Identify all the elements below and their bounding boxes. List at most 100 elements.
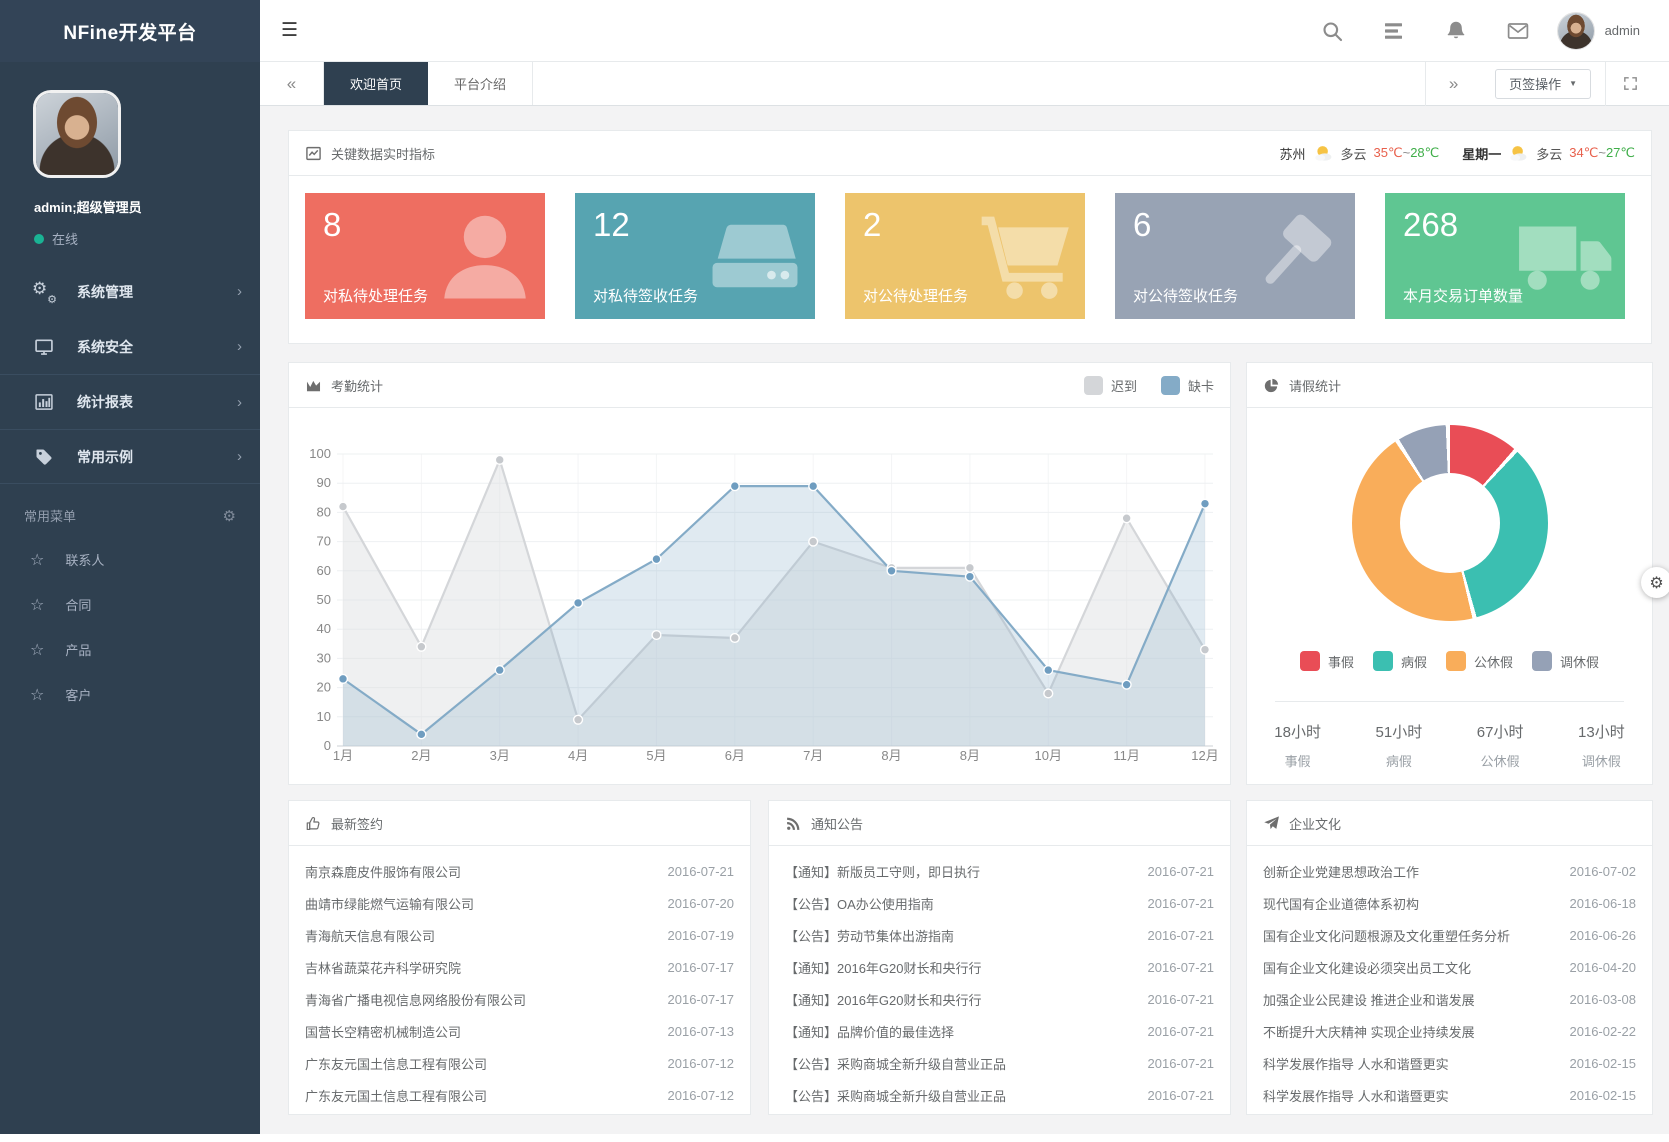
leave-stat-value: 13小时 [1551,721,1652,742]
list-item[interactable]: 【通知】2016年G20财长和央行行2016-07-21 [785,983,1214,1015]
leave-title: 请假统计 [1289,376,1341,395]
sidebar-avatar [33,90,121,178]
quick-item-label: 产品 [65,640,91,659]
sidebar-item-1[interactable]: 系统安全› [0,319,260,374]
panel-latest-contracts: 最新签约 南京森鹿皮件服饰有限公司2016-07-21曲靖市绿能燃气运输有限公司… [288,800,751,1115]
quick-item-2[interactable]: ☆产品 [0,627,260,672]
leave-stat-value: 51小时 [1348,721,1449,742]
task-list-icon[interactable] [1382,19,1406,43]
line-chart-icon [305,145,322,162]
quick-menu-gear-icon[interactable]: ⚙ [223,507,236,525]
tomorrow-low-temp: 27℃ [1606,145,1635,160]
theme-settings-gear-icon[interactable]: ⚙ [1641,567,1669,598]
list-item[interactable]: 【公告】采购商城全新升级自营业正品2016-07-21 [785,1047,1214,1079]
leave-legend-item-事假[interactable]: 事假 [1300,651,1354,671]
quick-item-0[interactable]: ☆联系人 [0,537,260,582]
leave-donut-chart [1352,425,1548,621]
caret-down-icon: ▼ [1569,79,1577,88]
attendance-header: 考勤统计 迟到缺卡 [289,363,1230,408]
area-chart-icon [305,377,322,394]
legend-label: 调休假 [1560,652,1599,671]
list-item[interactable]: 【公告】劳动节集体出游指南2016-07-21 [785,919,1214,951]
leave-stat-label: 病假 [1348,751,1449,770]
list-item-date: 2016-06-26 [1570,928,1637,943]
list-item-title: 创新企业党建思想政治工作 [1263,862,1558,881]
list-item[interactable]: 青海航天信息有限公司2016-07-19 [305,919,734,951]
svg-text:4月: 4月 [568,748,588,763]
tab-operations-button[interactable]: 页签操作 ▼ [1495,69,1591,99]
hdd-icon [703,201,807,311]
online-label: 在线 [52,229,78,248]
list-item[interactable]: 曲靖市绿能燃气运输有限公司2016-07-20 [305,887,734,919]
sidebar-item-3[interactable]: 常用示例› [0,429,260,484]
pie-chart-icon [1263,377,1280,394]
admin-menu-label[interactable]: admin [1605,23,1640,38]
legend-label: 事假 [1328,652,1354,671]
search-icon[interactable] [1320,19,1344,43]
corporate-culture-title: 企业文化 [1289,814,1341,833]
list-item[interactable]: 现代国有企业道德体系初构2016-06-18 [1263,887,1636,919]
list-item[interactable]: 【通知】品牌价值的最佳选择2016-07-21 [785,1015,1214,1047]
list-item[interactable]: 加强企业公民建设 推进企业和谐发展2016-03-08 [1263,983,1636,1015]
list-item-title: 国有企业文化建设必须突出员工文化 [1263,958,1558,977]
topbar-avatar[interactable] [1557,12,1595,50]
leave-legend-item-病假[interactable]: 病假 [1373,651,1427,671]
svg-text:20: 20 [317,680,331,695]
tabs-scroll-right-button[interactable]: » [1425,62,1481,106]
sidebar-item-0[interactable]: ⚙⚙系统管理› [0,264,260,319]
list-item[interactable]: 国有企业文化问题根源及文化重塑任务分析 2016-06-26 [1263,919,1636,951]
list-item-title: 国有企业文化问题根源及文化重塑任务分析 [1263,926,1558,945]
list-item[interactable]: 【公告】采购商城全新升级自营业正品2016-07-21 [785,1079,1214,1111]
leave-stat-label: 调休假 [1551,751,1652,770]
list-item[interactable]: 创新企业党建思想政治工作2016-07-02 [1263,855,1636,887]
stat-card-3: 6对公待签收任务 [1115,193,1355,319]
quick-item-1[interactable]: ☆合同 [0,582,260,627]
list-item[interactable]: 【通知】新版员工守则，即日执行2016-07-21 [785,855,1214,887]
envelope-icon[interactable] [1506,19,1530,43]
leave-legend-item-公休假[interactable]: 公休假 [1446,651,1513,671]
list-item[interactable]: 广东友元国土信息工程有限公司2016-07-12 [305,1047,734,1079]
chevron-right-icon: › [237,338,242,355]
fullscreen-icon[interactable] [1605,62,1655,106]
legend-item-迟到[interactable]: 迟到 [1084,376,1137,395]
tabs-scroll-left-button[interactable]: « [260,62,324,105]
list-item[interactable]: 科学发展作指导 人水和谐暨更实2016-02-15 [1263,1079,1636,1111]
list-item[interactable]: 国有企业文化建设必须突出员工文化2016-04-20 [1263,951,1636,983]
list-item-title: 广东友元国土信息工程有限公司 [305,1054,656,1073]
list-item-title: 【通知】品牌价值的最佳选择 [785,1022,1136,1041]
list-item[interactable]: 不断提升大庆精神 实现企业持续发展2016-02-22 [1263,1015,1636,1047]
indicators-title: 关键数据实时指标 [331,144,435,163]
tab-platform-intro[interactable]: 平台介绍 [428,62,533,105]
leave-stat-公休假: 67小时公休假 [1450,721,1551,770]
hamburger-menu-icon[interactable]: ☰ [281,19,298,42]
main-area: ☰ admin « 欢迎首页 平台介绍 » 页签操作 ▼ 关键数据实时指标 [260,0,1669,1142]
tab-welcome-home[interactable]: 欢迎首页 [324,62,428,105]
list-item[interactable]: 吉林省蔬菜花卉科学研究院2016-07-17 [305,951,734,983]
list-item[interactable]: 【公告】OA办公使用指南2016-07-21 [785,887,1214,919]
app-logo: NFine开发平台 [0,0,260,62]
list-item[interactable]: 【通知】2016年G20财长和央行行2016-07-21 [785,951,1214,983]
quick-item-3[interactable]: ☆客户 [0,672,260,717]
leave-legend-item-调休假[interactable]: 调休假 [1532,651,1599,671]
list-item-date: 2016-07-20 [668,896,735,911]
paper-plane-icon [1263,815,1280,832]
list-item-date: 2016-02-22 [1570,1024,1637,1039]
list-item-title: 【通知】2016年G20财长和央行行 [785,958,1136,977]
list-item[interactable]: 科学发展作指导 人水和谐暨更实2016-02-15 [1263,1047,1636,1079]
list-item[interactable]: 南京森鹿皮件服饰有限公司2016-07-21 [305,855,734,887]
list-item-title: 青海航天信息有限公司 [305,926,656,945]
weather-today-desc: 多云 [1341,144,1367,163]
list-item[interactable]: 广东友元国土信息工程有限公司 2016-07-12 [305,1079,734,1111]
today-high-temp: 35℃ [1374,145,1403,160]
list-item-title: 广东友元国土信息工程有限公司 [305,1086,656,1105]
list-item[interactable]: 国营长空精密机械制造公司2016-07-13 [305,1015,734,1047]
cart-icon [973,201,1077,311]
list-item[interactable]: 青海省广播电视信息网络股份有限公司2016-07-17 [305,983,734,1015]
legend-item-缺卡[interactable]: 缺卡 [1161,376,1214,395]
list-item-date: 2016-07-12 [668,1088,735,1103]
gears-icon: ⚙⚙ [34,282,58,302]
svg-text:8月: 8月 [881,748,901,763]
thumbs-up-icon [305,815,322,832]
sidebar-item-2[interactable]: 统计报表› [0,374,260,429]
bell-icon[interactable] [1444,19,1468,43]
